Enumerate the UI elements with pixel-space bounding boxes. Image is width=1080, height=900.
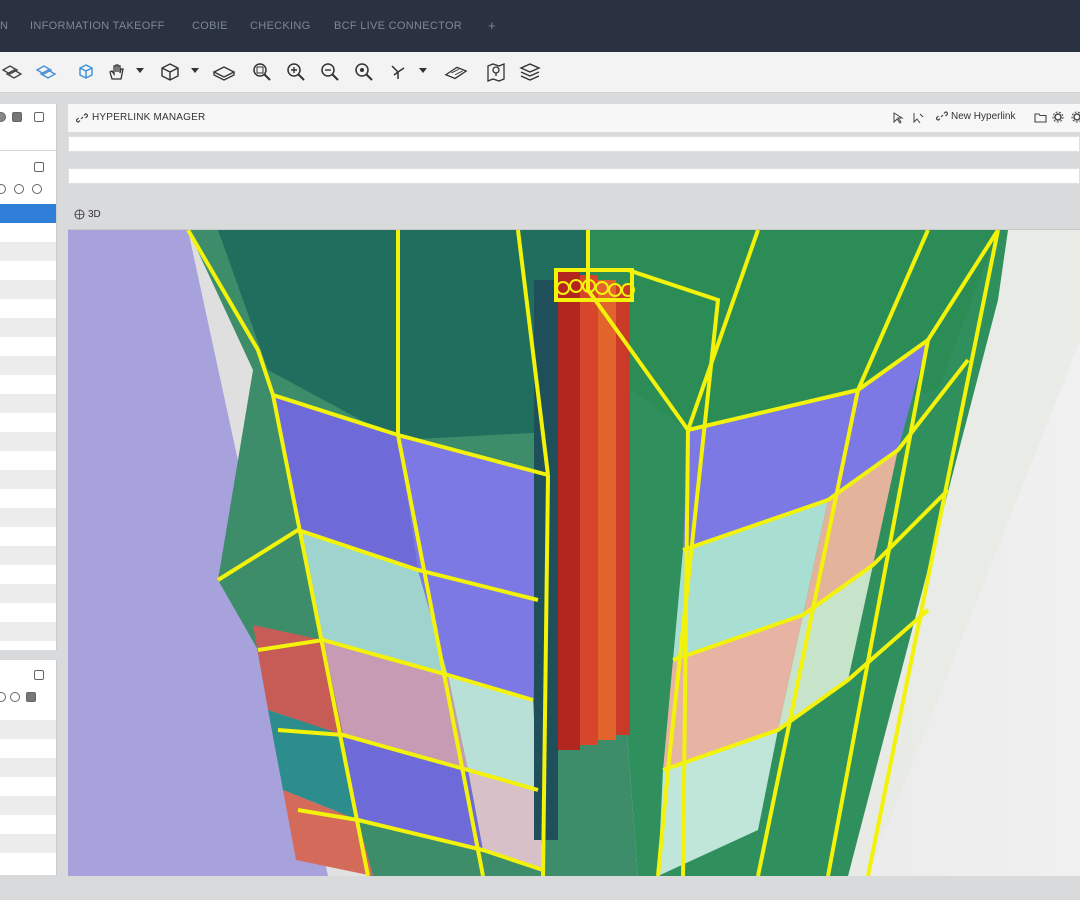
subpanel-tool-icon-1[interactable] — [0, 184, 6, 194]
map-pin-icon[interactable] — [484, 60, 508, 84]
menu-item-cobie[interactable]: COBIE — [192, 20, 228, 32]
list-item[interactable] — [0, 796, 56, 815]
list-item[interactable] — [0, 375, 56, 394]
main-toolbar — [0, 52, 1080, 93]
add-tab-button[interactable]: + — [488, 18, 496, 33]
floor-plan-icon[interactable] — [444, 60, 468, 84]
settings-icon[interactable] — [1071, 111, 1080, 123]
new-hyperlink-label: New Hyperlink — [951, 110, 1016, 122]
list-item[interactable] — [0, 451, 56, 470]
left-panel-top — [0, 104, 57, 650]
list-item[interactable] — [0, 834, 56, 853]
hyperlink-manager-header: HYPERLINK MANAGER New Hyperlink — [68, 104, 1080, 133]
layers-icon[interactable] — [518, 60, 542, 84]
list-item[interactable] — [0, 299, 56, 318]
pan-dropdown-caret[interactable] — [136, 68, 144, 73]
select-elements-icon[interactable] — [0, 60, 24, 84]
list-item[interactable] — [0, 242, 56, 261]
menu-item-partial[interactable]: N — [0, 20, 8, 32]
list-item[interactable] — [0, 470, 56, 489]
list-item[interactable] — [0, 720, 56, 739]
list-item[interactable] — [0, 337, 56, 356]
zoom-in-icon[interactable] — [284, 60, 308, 84]
isolate-elements-icon[interactable] — [34, 60, 58, 84]
list-item[interactable] — [0, 489, 56, 508]
list-item[interactable] — [0, 758, 56, 777]
panel-tool-icon[interactable] — [0, 112, 6, 122]
list-item[interactable] — [0, 394, 56, 413]
list-item-selected[interactable] — [0, 204, 56, 223]
list-item[interactable] — [0, 603, 56, 622]
bottom-panel-tool-icon-2[interactable] — [10, 692, 20, 702]
hyperlink-field-1[interactable] — [68, 136, 1080, 152]
menu-item-information-takeoff[interactable]: INFORMATION TAKEOFF — [30, 20, 165, 32]
hyperlink-field-2[interactable] — [68, 168, 1080, 184]
list-item[interactable] — [0, 432, 56, 451]
list-item[interactable] — [0, 622, 56, 641]
pick-link-icon[interactable] — [912, 112, 924, 124]
list-item[interactable] — [0, 261, 56, 280]
hyperlink-manager-title: HYPERLINK MANAGER — [92, 112, 206, 123]
gear-icon[interactable] — [1052, 111, 1064, 123]
zoom-extents-icon[interactable] — [250, 60, 274, 84]
tab-3d-view[interactable]: 3D — [74, 207, 101, 221]
subpanel-tool-icon-3[interactable] — [32, 184, 42, 194]
3d-viewport[interactable] — [68, 229, 1080, 876]
fly-mode-icon[interactable] — [386, 60, 410, 84]
panel-stop-icon[interactable] — [12, 112, 22, 122]
list-item[interactable] — [0, 565, 56, 584]
new-link-icon — [936, 111, 948, 121]
zoom-window-icon[interactable] — [352, 60, 376, 84]
box-view-icon[interactable] — [158, 60, 182, 84]
link-icon — [76, 113, 88, 123]
pan-hand-icon[interactable] — [104, 60, 128, 84]
list-item[interactable] — [0, 777, 56, 796]
list-item[interactable] — [0, 527, 56, 546]
building-model-render[interactable] — [68, 230, 1080, 876]
navigation-dropdown-caret[interactable] — [419, 68, 427, 73]
zoom-out-icon[interactable] — [318, 60, 342, 84]
view-3d-label: 3D — [88, 208, 101, 220]
list-item[interactable] — [0, 356, 56, 375]
bottom-panel-tool-icon-1[interactable] — [0, 692, 6, 702]
folder-icon[interactable] — [1034, 112, 1047, 123]
panel-divider — [0, 150, 56, 151]
subpanel-tool-icon-2[interactable] — [14, 184, 24, 194]
cube-view-icon[interactable] — [74, 60, 98, 84]
menu-item-bcf-live-connector[interactable]: BCF LIVE CONNECTOR — [334, 20, 462, 32]
list-item[interactable] — [0, 223, 56, 242]
panel-maximize-icon[interactable] — [34, 112, 44, 122]
subpanel-maximize-icon[interactable] — [34, 162, 44, 172]
list-item[interactable] — [0, 739, 56, 758]
list-item[interactable] — [0, 280, 56, 299]
list-item[interactable] — [0, 546, 56, 565]
list-item[interactable] — [0, 413, 56, 432]
left-panel-bottom — [0, 660, 57, 875]
new-hyperlink-button[interactable]: New Hyperlink — [936, 110, 1015, 122]
section-box-icon[interactable] — [212, 60, 236, 84]
list-item[interactable] — [0, 318, 56, 337]
menu-item-checking[interactable]: CHECKING — [250, 20, 310, 32]
bottom-panel-maximize-icon[interactable] — [34, 670, 44, 680]
cursor-select-icon[interactable] — [892, 112, 904, 124]
bottom-panel-stop-icon[interactable] — [26, 692, 36, 702]
list-item[interactable] — [0, 584, 56, 603]
view-3d-icon — [74, 209, 85, 219]
list-item[interactable] — [0, 815, 56, 834]
box-view-dropdown-caret[interactable] — [191, 68, 199, 73]
menu-bar: N INFORMATION TAKEOFF COBIE CHECKING BCF… — [0, 0, 1080, 52]
list-item[interactable] — [0, 508, 56, 527]
